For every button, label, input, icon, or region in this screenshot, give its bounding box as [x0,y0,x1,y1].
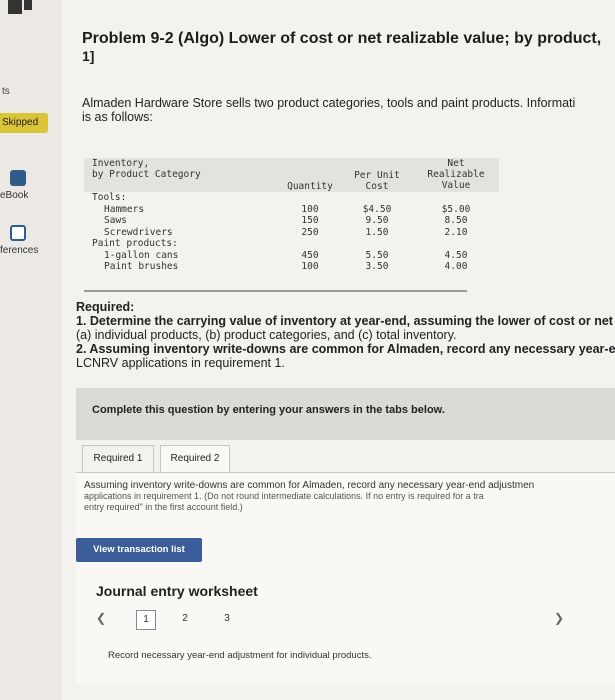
tab-required-2[interactable]: Required 2 [160,445,230,472]
header-text: Inventory, [92,158,150,169]
complete-instruction: Complete this question by entering your … [92,404,445,416]
row-nrv [413,238,499,250]
header-text: Value [441,180,471,191]
table-row: Screwdrivers 250 1.50 2.10 [84,227,499,239]
required-item-2: 2. Assuming inventory write-downs are co… [76,342,615,356]
table-row: Tools: [84,192,499,204]
row-label: Paint products: [92,238,178,249]
header-text: Cost [365,180,389,192]
sidebar: ts Skipped eBook ferences [0,0,62,700]
header-text: Quantity [287,181,333,192]
table-divider [84,290,467,292]
row-cost: 9.50 [365,215,389,226]
table-row: Paint brushes 100 3.50 4.00 [84,261,499,273]
row-label: Saws [104,215,127,226]
required-item-2-cont: LCNRV applications in requirement 1. [76,356,285,370]
sidebar-item-references[interactable]: ferences [0,245,38,256]
header-text: Per Unit [354,169,400,181]
row-label: 1-gallon cans [104,249,179,261]
row-cost: 3.50 [365,261,389,272]
table-row: Hammers 100 $4.50 $5.00 [84,204,499,216]
table-header-row: Inventory, by Product Category Quantity … [84,158,499,192]
row-nrv: 4.00 [444,261,468,272]
row-quantity: 100 [301,261,319,272]
table-row: 1-gallon cans 450 5.50 4.50 [84,250,499,262]
references-icon[interactable] [10,225,26,241]
table-row: Paint products: [84,238,499,250]
top-mark [24,0,32,10]
page: ts Skipped eBook ferences Problem 9-2 (A… [0,0,615,700]
row-nrv: 8.50 [444,215,468,226]
chevron-left-icon[interactable]: ❮ [96,611,106,625]
skipped-badge[interactable]: Skipped [0,113,48,133]
required-item-1-cont: (a) individual products, (b) product cat… [76,328,457,342]
row-nrv: 4.50 [444,249,468,261]
table-row: Saws 150 9.50 8.50 [84,215,499,227]
top-mark [8,0,22,14]
row-nrv [413,192,499,204]
instruction-line: entry required" in the first account fie… [84,502,243,512]
page-2-button[interactable]: 2 [176,610,194,628]
header-text: by Product Category [92,169,201,180]
chevron-right-icon[interactable]: ❯ [554,611,564,625]
tab-required-1[interactable]: Required 1 [82,445,154,473]
row-quantity: 150 [301,215,319,226]
problem-intro: Almaden Hardware Store sells two product… [82,96,615,124]
instruction-line: Assuming inventory write-downs are commo… [84,480,535,491]
intro-line: Almaden Hardware Store sells two product… [82,96,576,110]
required-heading: Required: [76,300,135,314]
header-text: Net [447,158,465,169]
inventory-table: Inventory, by Product Category Quantity … [84,158,499,273]
sidebar-item-ebook[interactable]: eBook [0,190,28,201]
row-cost: 1.50 [365,226,389,238]
row-label: Hammers [104,203,145,215]
row-label: Screwdrivers [104,226,173,238]
header-cost: Per Unit Cost [341,158,413,192]
row-cost [341,238,413,250]
header-quantity: Quantity [279,158,341,192]
intro-line: is as follows: [82,110,153,124]
row-quantity [279,238,341,250]
header-text: Realizable [427,169,485,180]
problem-title: Problem 9-2 (Algo) Lower of cost or net … [82,30,602,47]
ebook-icon[interactable] [10,170,26,186]
instruction-line: applications in requirement 1. (Do not r… [84,491,484,501]
problem-title-cont: 1] [82,48,95,64]
row-quantity: 100 [301,203,319,215]
required-item-1: 1. Determine the carrying value of inven… [76,314,615,328]
page-3-button[interactable]: 3 [218,610,236,628]
row-label: Tools: [92,192,127,203]
row-cost: $4.50 [362,203,392,215]
required-section: Required: 1. Determine the carrying valu… [76,300,615,370]
row-label: Paint brushes [104,261,179,272]
row-nrv: 2.10 [444,226,468,238]
row-quantity [279,192,341,204]
row-cost: 5.50 [365,249,389,261]
view-transaction-list-button[interactable]: View transaction list [76,538,202,562]
record-instruction: Record necessary year-end adjustment for… [108,650,372,661]
row-nrv: $5.00 [441,203,471,215]
sidebar-ts-label: ts [2,86,10,97]
tab-instructions: Assuming inventory write-downs are commo… [84,480,615,513]
row-quantity: 450 [301,249,319,261]
row-cost [341,192,413,204]
page-1-button[interactable]: 1 [136,610,156,630]
header-category: Inventory, by Product Category [84,158,279,192]
row-quantity: 250 [301,226,319,238]
journal-worksheet-title: Journal entry worksheet [96,583,258,599]
header-nrv: Net Realizable Value [413,158,499,192]
